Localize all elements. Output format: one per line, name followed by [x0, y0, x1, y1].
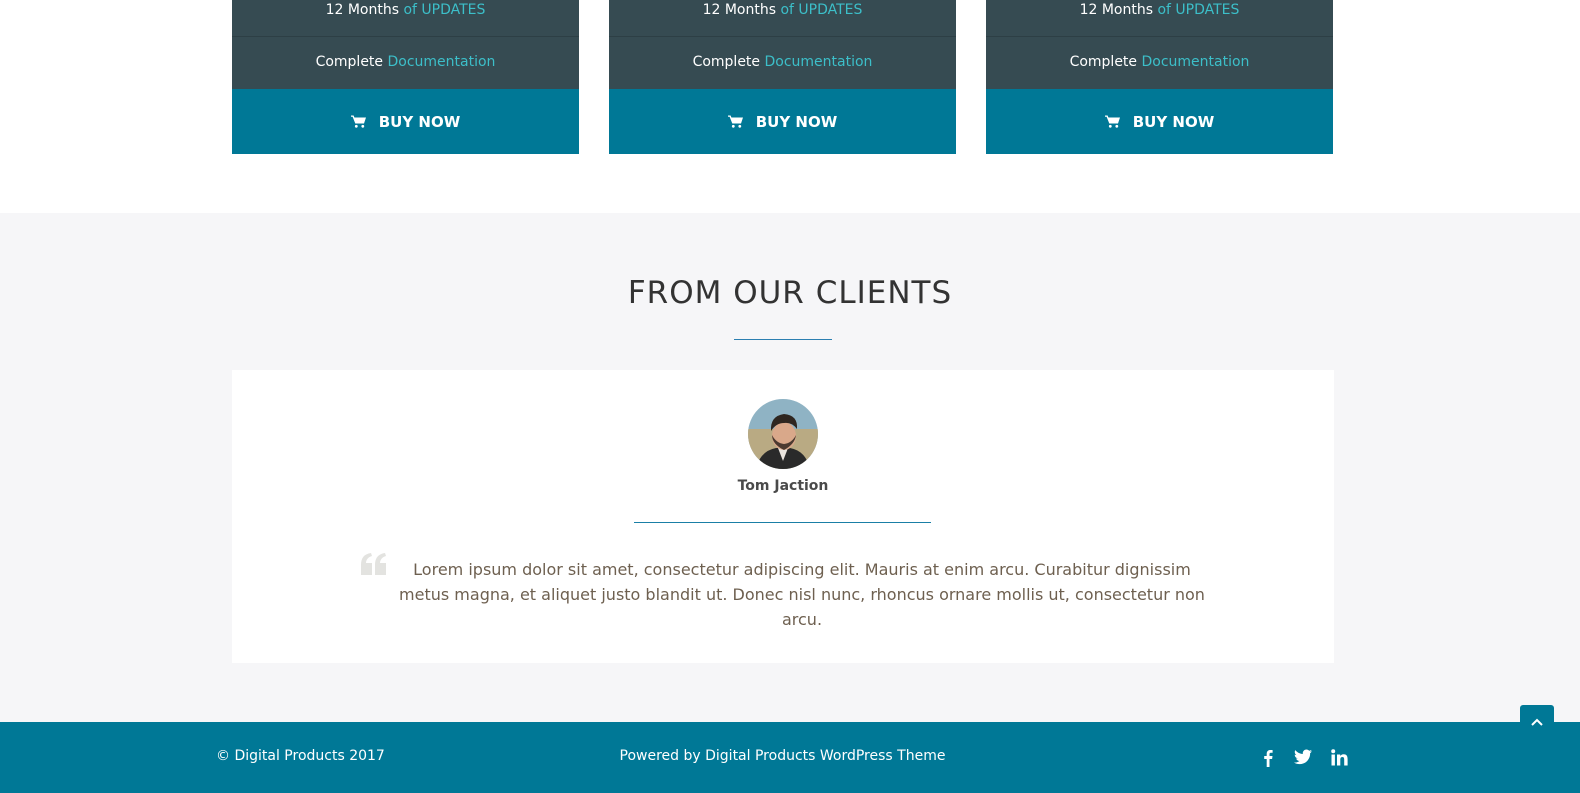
back-to-top-button[interactable]	[1520, 705, 1554, 739]
linkedin-icon[interactable]	[1331, 749, 1348, 770]
buy-now-button[interactable]: BUY NOW	[232, 89, 579, 154]
buy-now-label: BUY NOW	[378, 112, 461, 131]
docs-prefix: Complete	[1069, 54, 1138, 70]
updates-highlight: of UPDATES	[780, 2, 863, 18]
updates-row: 12 Months of UPDATES	[609, 0, 956, 37]
updates-row: 12 Months of UPDATES	[986, 0, 1333, 37]
docs-highlight: Documentation	[387, 54, 496, 70]
updates-highlight: of UPDATES	[403, 2, 486, 18]
pricing-card: 12 Months of UPDATES Complete Documentat…	[609, 0, 956, 154]
quote-icon	[361, 553, 386, 575]
twitter-icon[interactable]	[1294, 749, 1312, 769]
updates-prefix: 12 Months	[325, 2, 400, 18]
updates-prefix: 12 Months	[1079, 2, 1154, 18]
name-divider	[634, 522, 931, 523]
site-footer: © Digital Products 2017 Powered by Digit…	[0, 722, 1580, 793]
cart-icon	[350, 115, 366, 128]
pricing-section: 12 Months of UPDATES Complete Documentat…	[0, 0, 1580, 213]
section-title: FROM OUR CLIENTS	[627, 275, 953, 311]
facebook-icon[interactable]	[1263, 749, 1273, 771]
updates-row: 12 Months of UPDATES	[232, 0, 579, 37]
clients-section: FROM OUR CLIENTS Tom Jaction Lorem ipsum…	[0, 213, 1580, 722]
docs-prefix: Complete	[692, 54, 761, 70]
testimonial-card: Tom Jaction Lorem ipsum dolor sit amet, …	[232, 370, 1334, 663]
buy-now-button[interactable]: BUY NOW	[609, 89, 956, 154]
testimonial-quote: Lorem ipsum dolor sit amet, consectetur …	[399, 560, 1205, 629]
buy-now-button[interactable]: BUY NOW	[986, 89, 1333, 154]
cart-icon	[727, 115, 743, 128]
docs-prefix: Complete	[315, 54, 384, 70]
docs-highlight: Documentation	[1141, 54, 1250, 70]
buy-now-label: BUY NOW	[1132, 112, 1215, 131]
pricing-card: 12 Months of UPDATES Complete Documentat…	[232, 0, 579, 154]
documentation-row: Complete Documentation	[986, 37, 1333, 89]
avatar	[748, 399, 818, 469]
chevron-up-icon	[1531, 718, 1543, 726]
documentation-row: Complete Documentation	[609, 37, 956, 89]
docs-highlight: Documentation	[764, 54, 873, 70]
client-name: Tom Jaction	[737, 478, 829, 494]
updates-highlight: of UPDATES	[1157, 2, 1240, 18]
buy-now-label: BUY NOW	[755, 112, 838, 131]
pricing-card: 12 Months of UPDATES Complete Documentat…	[986, 0, 1333, 154]
updates-prefix: 12 Months	[702, 2, 777, 18]
cart-icon	[1104, 115, 1120, 128]
documentation-row: Complete Documentation	[232, 37, 579, 89]
title-divider	[734, 339, 832, 340]
